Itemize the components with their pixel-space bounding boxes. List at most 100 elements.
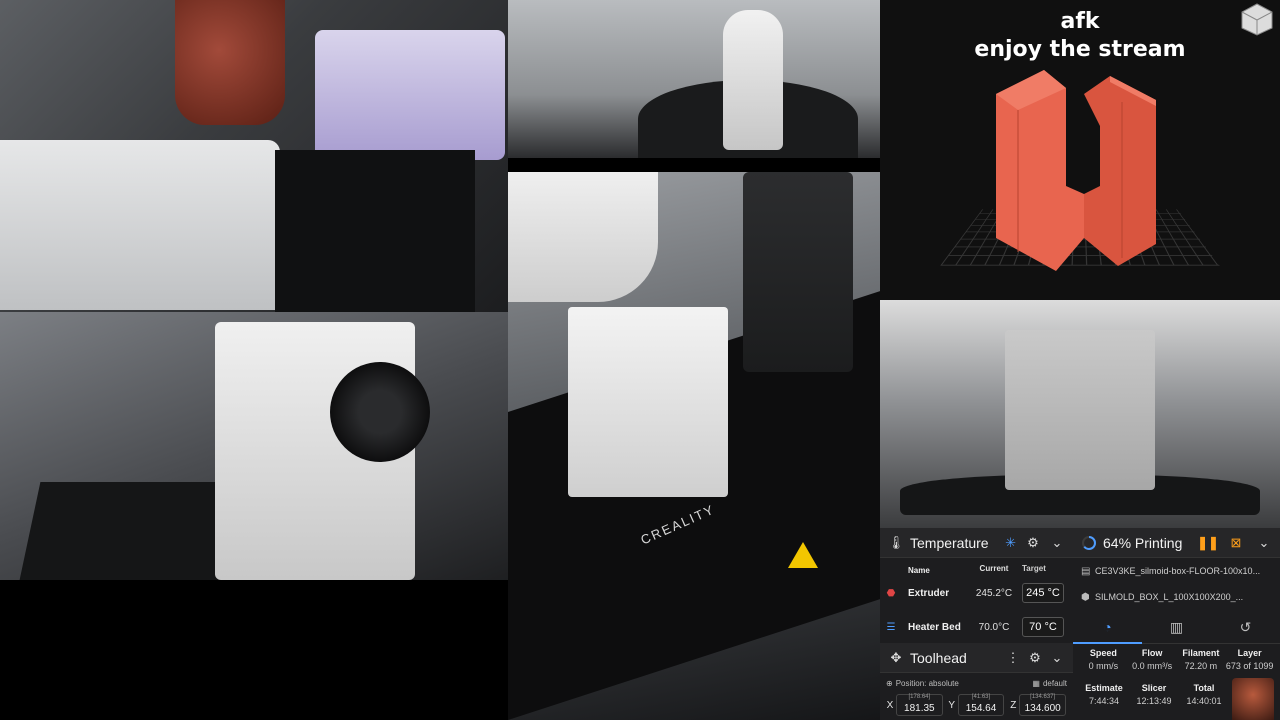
temperature-row-bed: ☰ Heater Bed 70.0°C 70 °C bbox=[880, 610, 1073, 644]
bed-target-input[interactable]: 70 °C bbox=[1022, 617, 1064, 637]
coord-z-max: [134.637] bbox=[1030, 694, 1056, 700]
stat-speed: Speed 0 mm/s bbox=[1079, 648, 1128, 671]
extruder-icon: ⬣ bbox=[886, 587, 896, 599]
column-current: Current bbox=[979, 564, 1009, 573]
coord-y-input[interactable]: [41.63] 154.64 bbox=[957, 694, 1005, 716]
overlay-line-1: afk bbox=[1060, 9, 1100, 34]
coord-y: Y [41.63] 154.64 bbox=[946, 694, 1008, 716]
stat-layer: Layer 673 of 1099 bbox=[1225, 648, 1274, 671]
speedometer-icon[interactable]: ◔ bbox=[1073, 610, 1142, 644]
chevron-down-icon[interactable]: ⌄ bbox=[1256, 535, 1272, 551]
heater-current: 70.0°C bbox=[978, 621, 1010, 633]
status-title: 64% Printing bbox=[1103, 534, 1183, 551]
gcode-preview: afk enjoy the stream bbox=[880, 0, 1280, 300]
gear-icon[interactable]: ⚙ bbox=[1025, 535, 1041, 551]
temperature-title: Temperature bbox=[910, 534, 989, 551]
file-name: CE3V3KE_silmoid-box-FLOOR-100x10... bbox=[1095, 566, 1261, 576]
stat-value: 0.0 mm³/s bbox=[1132, 661, 1173, 671]
empty-area bbox=[0, 580, 508, 720]
coord-y-value: 154.64 bbox=[965, 703, 997, 714]
axis-label: Z bbox=[1010, 699, 1017, 711]
stat-slicer: Slicer 12:13:49 bbox=[1129, 683, 1179, 706]
coord-x: X [178.64] 181.35 bbox=[884, 694, 946, 716]
chevron-down-icon[interactable]: ⌄ bbox=[1049, 535, 1065, 551]
heater-bed-icon: ☰ bbox=[886, 621, 896, 633]
stat-label: Speed bbox=[1089, 648, 1117, 658]
history-icon[interactable]: ↺ bbox=[1211, 610, 1280, 644]
stat-value: 72.20 m bbox=[1184, 661, 1218, 671]
document-icon[interactable]: ▥ bbox=[1142, 610, 1211, 644]
stop-icon[interactable]: ⊠ bbox=[1228, 535, 1244, 551]
model-preview bbox=[996, 70, 1156, 271]
stat-value: 0 mm/s bbox=[1088, 661, 1119, 671]
progress-spinner-icon bbox=[1082, 535, 1096, 550]
column-target: Target bbox=[1022, 564, 1046, 573]
heater-name[interactable]: Extruder bbox=[902, 587, 966, 600]
print-head bbox=[743, 172, 853, 372]
move-icon: ✥ bbox=[890, 649, 902, 665]
view-cube-icon[interactable] bbox=[1240, 2, 1274, 36]
profile-label[interactable]: default bbox=[1043, 679, 1067, 688]
camera-nozzle-closeup bbox=[0, 0, 508, 312]
printed-duct bbox=[508, 172, 658, 302]
heater-name[interactable]: Heater Bed bbox=[902, 621, 966, 634]
status-header: 64% Printing ❚❚ ⊠ ⌄ bbox=[1073, 528, 1280, 558]
snowflake-icon[interactable]: ✳ bbox=[1003, 535, 1019, 551]
stat-value: 12:13:49 bbox=[1136, 696, 1172, 706]
stat-label: Slicer bbox=[1141, 683, 1167, 693]
printed-part bbox=[0, 140, 280, 310]
camera-overview: CREALITY bbox=[508, 172, 880, 720]
coord-x-input[interactable]: [178.64] 181.35 bbox=[896, 694, 943, 716]
camera-side-view bbox=[0, 312, 508, 580]
print-stats: Speed 0 mm/s Flow 0.0 mm³/s Filament 72.… bbox=[1073, 644, 1280, 671]
print-thumbnail[interactable] bbox=[1232, 678, 1274, 720]
figurine bbox=[723, 10, 783, 150]
temperature-header: 🌡 Temperature ✳ ⚙ ⌄ bbox=[880, 528, 1073, 558]
coord-z-value: 134.600 bbox=[1024, 703, 1061, 714]
stat-total: Total 14:40:01 bbox=[1179, 683, 1229, 706]
more-icon[interactable]: ⋮ bbox=[1005, 650, 1021, 666]
thermometer-icon: 🌡 bbox=[887, 534, 905, 550]
extruder-target-input[interactable]: 245 °C bbox=[1022, 583, 1064, 603]
stat-flow: Flow 0.0 mm³/s bbox=[1128, 648, 1177, 671]
printed-box-wall bbox=[568, 307, 728, 497]
gear-icon[interactable]: ⚙ bbox=[1027, 650, 1043, 666]
camera-figurine-view bbox=[508, 0, 880, 158]
object-icon: ⬢ bbox=[1081, 591, 1090, 603]
file-row-object[interactable]: ⬢ SILMOLD_BOX_L_100X100X200_... bbox=[1073, 584, 1280, 610]
temperature-row-extruder: ⬣ Extruder 245.2°C 245 °C bbox=[880, 576, 1073, 610]
fan-duct bbox=[315, 30, 505, 160]
stat-label: Total bbox=[1193, 683, 1215, 693]
stat-value: 14:40:01 bbox=[1186, 696, 1222, 706]
position-mode: ⊕ Position: absolute ▦ default bbox=[880, 673, 1073, 688]
position-label: Position: absolute bbox=[895, 679, 959, 688]
overlay-text: afk enjoy the stream bbox=[880, 8, 1280, 64]
printed-box bbox=[1005, 330, 1155, 490]
axis-label: X bbox=[886, 699, 894, 711]
hotend-nozzle bbox=[175, 0, 285, 125]
object-name: SILMOLD_BOX_L_100X100X200_... bbox=[1095, 592, 1244, 602]
stat-label: Layer bbox=[1237, 648, 1262, 658]
column-name: Name bbox=[908, 566, 930, 575]
coord-x-max: [178.64] bbox=[908, 694, 931, 700]
toolhead-title: Toolhead bbox=[910, 649, 967, 666]
pause-icon[interactable]: ❚❚ bbox=[1197, 535, 1219, 551]
heater-current: 245.2°C bbox=[975, 587, 1013, 599]
cooling-fan bbox=[330, 362, 430, 462]
coordinates: X [178.64] 181.35 Y [41.63] 154.64 Z [13… bbox=[880, 694, 1073, 716]
stat-value: 673 of 1099 bbox=[1225, 661, 1274, 671]
file-row-gcode[interactable]: ▤ CE3V3KE_silmoid-box-FLOOR-100x10... bbox=[1073, 558, 1280, 584]
toolhead-panel: ✥ Toolhead ⋮ ⚙ ⌄ ⊕ Position: absolute ▦ … bbox=[880, 643, 1073, 720]
file-icon: ▤ bbox=[1081, 565, 1091, 577]
coord-x-value: 181.35 bbox=[904, 703, 935, 714]
status-panel: 64% Printing ❚❚ ⊠ ⌄ ▤ CE3V3KE_silmoid-bo… bbox=[1073, 528, 1280, 720]
crosshair-icon: ⊕ bbox=[886, 679, 893, 688]
temperature-columns: Name Current Target bbox=[880, 558, 1073, 576]
toolhead-header: ✥ Toolhead ⋮ ⚙ ⌄ bbox=[880, 643, 1073, 673]
camera-front-view bbox=[880, 300, 1280, 528]
coord-z-input[interactable]: [134.637] 134.600 bbox=[1019, 694, 1067, 716]
chevron-down-icon[interactable]: ⌄ bbox=[1049, 650, 1065, 666]
axis-label: Y bbox=[948, 699, 955, 711]
temperature-panel: 🌡 Temperature ✳ ⚙ ⌄ Name Current Target … bbox=[880, 528, 1073, 643]
stat-estimate: Estimate 7:44:34 bbox=[1079, 683, 1129, 706]
